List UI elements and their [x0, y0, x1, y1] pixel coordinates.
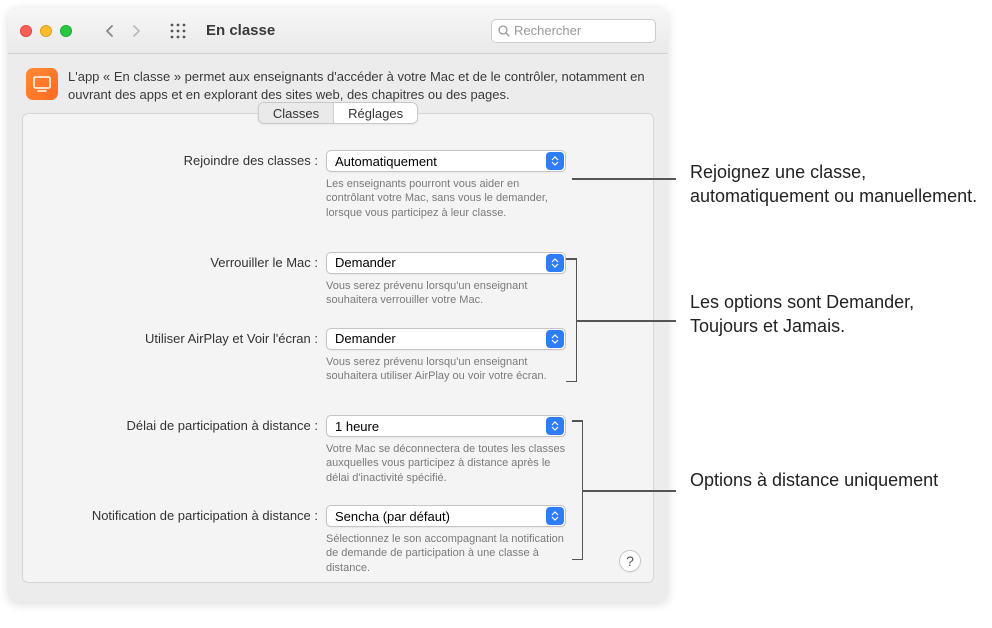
lock-mac-help: Vous serez prévenu lorsqu'un enseignant …	[326, 279, 566, 308]
tab-classes[interactable]: Classes	[259, 103, 334, 123]
zoom-window-button[interactable]	[60, 25, 72, 37]
lock-mac-value: Demander	[335, 255, 396, 270]
search-icon	[498, 25, 510, 37]
close-window-button[interactable]	[20, 25, 32, 37]
minimize-window-button[interactable]	[40, 25, 52, 37]
remote-notification-value: Sencha (par défaut)	[335, 509, 450, 524]
help-button[interactable]: ?	[619, 550, 641, 572]
titlebar: En classe Rechercher	[8, 8, 668, 54]
setting-remote-timeout: Délai de participation à distance : 1 he…	[41, 415, 635, 485]
join-classes-value: Automatiquement	[335, 154, 437, 169]
callout-leader	[576, 320, 676, 322]
forward-button[interactable]	[124, 20, 148, 42]
tab-segmented-control: Classes Réglages	[258, 102, 418, 124]
setting-join-classes: Rejoindre des classes : Automatiquement …	[41, 150, 635, 220]
select-chevron-icon	[546, 152, 564, 170]
select-chevron-icon	[546, 254, 564, 272]
callout-remote: Options à distance uniquement	[690, 468, 938, 492]
setting-lock-mac: Verrouiller le Mac : Demander Vous serez…	[41, 252, 635, 308]
search-field[interactable]: Rechercher	[491, 19, 656, 43]
remote-timeout-help: Votre Mac se déconnectera de toutes les …	[326, 442, 566, 485]
join-classes-label: Rejoindre des classes :	[41, 150, 326, 168]
callout-leader	[572, 178, 676, 180]
join-classes-select[interactable]: Automatiquement	[326, 150, 566, 172]
callout-options: Les options sont Demander, Toujours et J…	[690, 290, 980, 339]
callout-leader	[582, 490, 676, 492]
remote-notification-select[interactable]: Sencha (par défaut)	[326, 505, 566, 527]
search-placeholder: Rechercher	[514, 23, 581, 38]
remote-timeout-select[interactable]: 1 heure	[326, 415, 566, 437]
nav-buttons	[98, 20, 148, 42]
lock-mac-label: Verrouiller le Mac :	[41, 252, 326, 270]
description-text: L'app « En classe » permet aux enseignan…	[68, 68, 650, 103]
remote-notification-label: Notification de participation à distance…	[41, 505, 326, 523]
remote-timeout-label: Délai de participation à distance :	[41, 415, 326, 433]
window-title: En classe	[206, 22, 275, 39]
settings-list: Rejoindre des classes : Automatiquement …	[23, 114, 653, 575]
setting-airplay: Utiliser AirPlay et Voir l'écran : Deman…	[41, 328, 635, 384]
join-classes-help: Les enseignants pourront vous aider en c…	[326, 177, 566, 220]
select-chevron-icon	[546, 417, 564, 435]
airplay-value: Demander	[335, 331, 396, 346]
remote-notification-help: Sélectionnez le son accompagnant la noti…	[326, 532, 566, 575]
remote-timeout-value: 1 heure	[335, 419, 379, 434]
setting-remote-notification: Notification de participation à distance…	[41, 505, 635, 575]
callout-join: Rejoignez une classe, automatiquement ou…	[690, 160, 980, 209]
tab-settings[interactable]: Réglages	[334, 103, 417, 123]
airplay-label: Utiliser AirPlay et Voir l'écran :	[41, 328, 326, 346]
window-controls	[20, 25, 72, 37]
show-all-button[interactable]	[166, 20, 190, 42]
classroom-app-icon	[26, 68, 58, 100]
settings-panel: Classes Réglages Rejoindre des classes :…	[22, 113, 654, 583]
select-chevron-icon	[546, 507, 564, 525]
back-button[interactable]	[98, 20, 122, 42]
select-chevron-icon	[546, 330, 564, 348]
airplay-help: Vous serez prévenu lorsqu'un enseignant …	[326, 355, 566, 384]
lock-mac-select[interactable]: Demander	[326, 252, 566, 274]
airplay-select[interactable]: Demander	[326, 328, 566, 350]
preferences-window: En classe Rechercher L'app « En classe »…	[8, 8, 668, 602]
